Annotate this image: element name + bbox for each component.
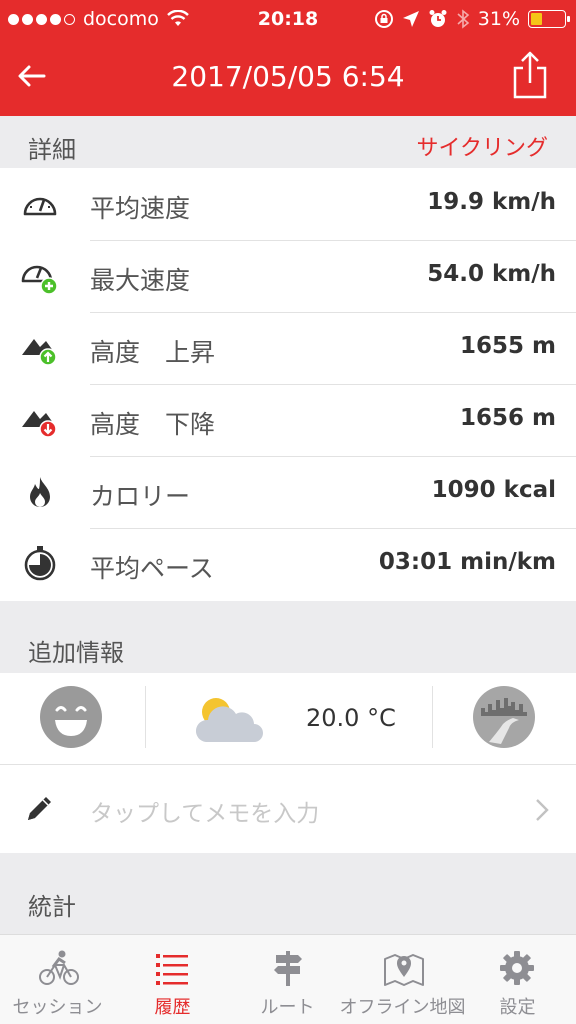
flame-icon <box>30 477 50 507</box>
city-road-icon[interactable] <box>473 686 535 748</box>
memo-placeholder: タップしてメモを入力 <box>90 801 320 827</box>
divider <box>432 686 433 748</box>
details-section-header: 詳細 サイクリング <box>0 116 576 168</box>
stopwatch-icon <box>24 546 56 581</box>
detail-value: 1090 kcal <box>431 477 556 503</box>
detail-row-elevation-loss: 高度 下降 1656 m <box>0 385 576 457</box>
alarm-icon <box>429 10 447 27</box>
status-bar: docomo 20:18 31% <box>0 0 576 40</box>
nav-bar: 2017/05/05 6:54 <box>0 40 576 116</box>
speedometer-icon <box>23 197 57 216</box>
gear-icon <box>500 951 534 985</box>
cyclist-icon <box>39 950 79 985</box>
details-section-label: 詳細 <box>28 136 76 164</box>
location-arrow-icon <box>402 11 419 27</box>
detail-label: カロリー <box>90 482 191 511</box>
tab-history[interactable]: 履歴 <box>115 935 230 1024</box>
detail-label: 平均ペース <box>90 554 214 583</box>
share-icon[interactable] <box>510 50 550 100</box>
detail-value: 1655 m <box>460 333 556 359</box>
speedometer-plus-icon <box>21 265 58 295</box>
detail-value: 03:01 min/km <box>378 549 556 575</box>
detail-label: 高度 上昇 <box>90 338 216 367</box>
extra-section-label: 追加情報 <box>28 639 124 667</box>
tab-session[interactable]: セッション <box>0 935 115 1024</box>
bluetooth-icon <box>457 9 470 29</box>
battery-icon <box>528 10 570 28</box>
extra-info-row: 20.0 °C <box>0 674 576 764</box>
battery-percent: 31% <box>477 8 520 30</box>
partly-cloudy-icon[interactable] <box>196 694 264 746</box>
header: docomo 20:18 31% 2017/05/05 6:54 <box>0 0 576 116</box>
list-icon <box>156 954 188 985</box>
detail-value: 1656 m <box>460 405 556 431</box>
memo-row[interactable]: タップしてメモを入力 <box>0 766 576 852</box>
page-title: 2017/05/05 6:54 <box>171 60 405 93</box>
map-pin-icon <box>384 954 424 986</box>
rotation-lock-icon <box>374 10 393 28</box>
mountain-up-icon <box>22 339 57 366</box>
tab-settings[interactable]: 設定 <box>460 935 575 1024</box>
temperature-value: 20.0 °C <box>306 704 396 732</box>
stats-section-label: 統計 <box>28 893 76 921</box>
stats-section-header: 統計 <box>0 853 576 934</box>
tab-label: 設定 <box>499 997 536 1018</box>
detail-row-elevation-gain: 高度 上昇 1655 m <box>0 313 576 385</box>
detail-row-average-pace: 平均ペース 03:01 min/km <box>0 529 576 601</box>
detail-label: 平均速度 <box>90 194 191 223</box>
mountain-down-icon <box>22 411 57 438</box>
divider <box>145 686 146 748</box>
pencil-icon <box>28 797 51 820</box>
detail-row-calories: カロリー 1090 kcal <box>0 457 576 529</box>
activity-type-label[interactable]: サイクリング <box>416 130 548 162</box>
tab-route[interactable]: ルート <box>230 935 345 1024</box>
tab-offline-map[interactable]: オフライン地図 <box>340 935 466 1024</box>
detail-row-average-speed: 平均速度 19.9 km/h <box>0 169 576 241</box>
detail-row-max-speed: 最大速度 54.0 km/h <box>0 241 576 313</box>
smiley-face-icon[interactable] <box>40 686 102 748</box>
chevron-right-icon <box>536 799 549 821</box>
extra-section-header: 追加情報 <box>0 601 576 673</box>
detail-label: 最大速度 <box>90 266 191 295</box>
signpost-icon <box>274 951 302 986</box>
detail-value: 54.0 km/h <box>427 261 556 287</box>
divider <box>0 764 576 765</box>
tab-bar: セッション 履歴 ルート オフライン地図 設定 <box>0 934 576 1024</box>
detail-label: 高度 下降 <box>90 410 216 439</box>
detail-value: 19.9 km/h <box>427 189 556 215</box>
